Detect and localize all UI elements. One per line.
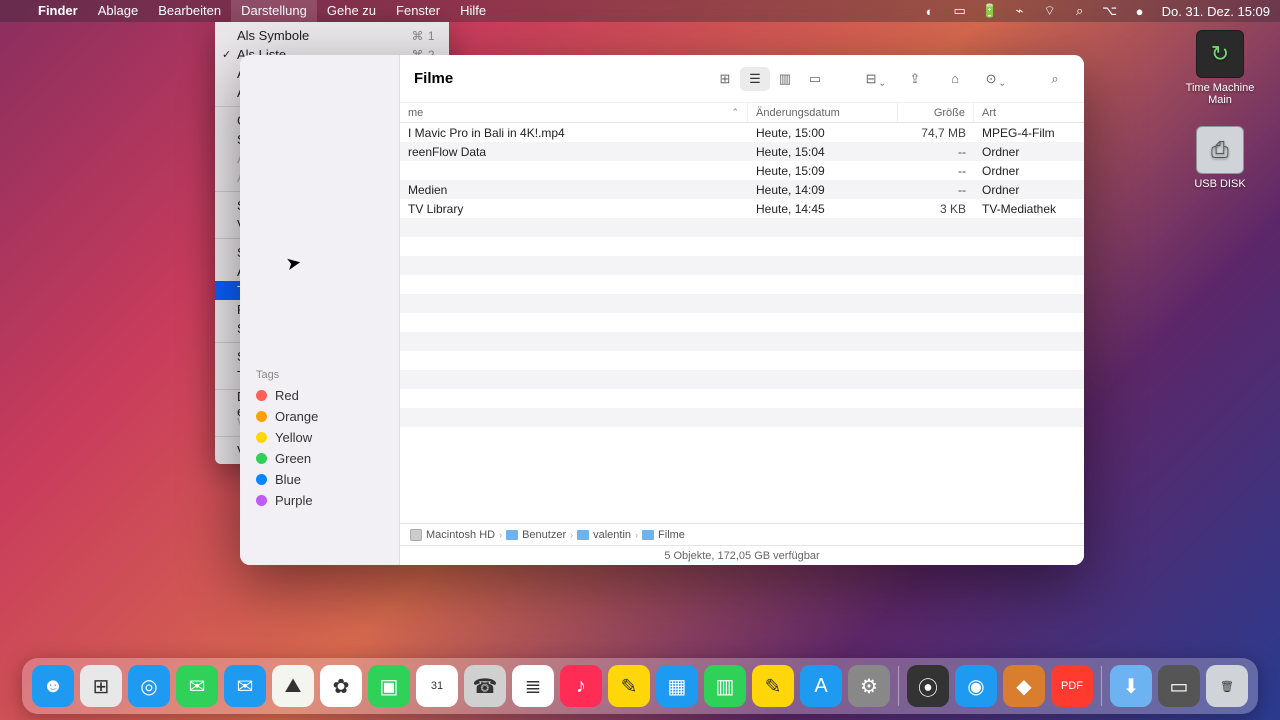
tag-blue[interactable]: Blue	[240, 469, 399, 490]
dock-photos[interactable]: ✿	[320, 665, 362, 707]
dock-app2[interactable]: ◉	[955, 665, 997, 707]
list-view-button[interactable]: ☰	[740, 67, 770, 91]
spotlight-icon[interactable]: ⌕	[1072, 3, 1088, 19]
dock-folder[interactable]: ▭	[1158, 665, 1200, 707]
path-segment[interactable]: valentin	[577, 529, 631, 541]
menu-darstellung[interactable]: Darstellung	[231, 0, 317, 22]
table-row	[400, 237, 1084, 256]
desktop-icon-time-machine-main[interactable]: ↻Time Machine Main	[1180, 30, 1260, 106]
group-button[interactable]: ⊟ ˬ	[860, 67, 890, 91]
table-row	[400, 275, 1084, 294]
dock-screenflow[interactable]: ⦿	[907, 665, 949, 707]
column-headers[interactable]: me ⌃ Änderungsdatum Größe Art	[400, 103, 1084, 123]
dock-contacts[interactable]: ☎	[464, 665, 506, 707]
share-button[interactable]: ⇪	[900, 67, 930, 91]
dock-reminders[interactable]: ≣	[512, 665, 554, 707]
tag-yellow[interactable]: Yellow	[240, 427, 399, 448]
gallery-view-button[interactable]: ▭	[800, 67, 830, 91]
table-row	[400, 218, 1084, 237]
tag-red[interactable]: Red	[240, 385, 399, 406]
menu-gehe zu[interactable]: Gehe zu	[317, 0, 386, 22]
path-bar[interactable]: Macintosh HD›Benutzer›valentin›Filme	[400, 523, 1084, 545]
dock-notes[interactable]: ✎	[608, 665, 650, 707]
finder-window: Tags RedOrangeYellowGreenBluePurple Film…	[240, 55, 1084, 565]
dock-safari[interactable]: ◎	[128, 665, 170, 707]
finder-sidebar: Tags RedOrangeYellowGreenBluePurple	[240, 55, 400, 565]
column-view-button[interactable]: ▥	[770, 67, 800, 91]
path-segment[interactable]: Benutzer	[506, 529, 566, 541]
col-kind[interactable]: Art	[974, 103, 1084, 122]
dock-appstore[interactable]: A	[800, 665, 842, 707]
dock-maps[interactable]: ⛰	[272, 665, 314, 707]
apple-menu[interactable]	[10, 0, 28, 22]
view-switcher[interactable]: ⊞ ☰ ▥ ▭	[710, 67, 830, 91]
table-row	[400, 370, 1084, 389]
table-row[interactable]: Heute, 15:09--Ordner	[400, 161, 1084, 180]
path-segment[interactable]: Macintosh HD	[410, 529, 495, 541]
table-row[interactable]: TV LibraryHeute, 14:453 KBTV-Mediathek	[400, 199, 1084, 218]
tag-purple[interactable]: Purple	[240, 490, 399, 511]
menu-bearbeiten[interactable]: Bearbeiten	[148, 0, 231, 22]
finder-toolbar: Filme ⊞ ☰ ▥ ▭ ⊟ ˬ ⇪ ⌂ ⊙ ˬ ⌕	[400, 55, 1084, 103]
dock-trash[interactable]: 🗑	[1206, 665, 1248, 707]
table-row	[400, 256, 1084, 275]
tag-green[interactable]: Green	[240, 448, 399, 469]
menubar: Finder AblageBearbeitenDarstellungGehe z…	[0, 0, 1280, 22]
menu-ablage[interactable]: Ablage	[88, 0, 148, 22]
table-row	[400, 389, 1084, 408]
dock-pdf[interactable]: PDF	[1051, 665, 1093, 707]
file-list: I Mavic Pro in Bali in 4K!.mp4Heute, 15:…	[400, 123, 1084, 523]
dock-calendar[interactable]: 31	[416, 665, 458, 707]
dock-facetime[interactable]: ▣	[368, 665, 410, 707]
dock-mail[interactable]: ✉	[224, 665, 266, 707]
dock-numbers[interactable]: ▥	[704, 665, 746, 707]
sidebar-tags-label: Tags	[240, 365, 399, 385]
table-row	[400, 313, 1084, 332]
dock-keynote[interactable]: ▦	[656, 665, 698, 707]
search-button[interactable]: ⌕	[1040, 67, 1070, 91]
app-menu[interactable]: Finder	[28, 0, 88, 22]
battery-icon[interactable]: 🔋	[982, 3, 998, 19]
table-row	[400, 332, 1084, 351]
dock-preview[interactable]: ✎	[752, 665, 794, 707]
bluetooth-icon[interactable]: ⌁	[1012, 3, 1028, 19]
table-row[interactable]: I Mavic Pro in Bali in 4K!.mp4Heute, 15:…	[400, 123, 1084, 142]
path-segment[interactable]: Filme	[642, 529, 685, 541]
dock-launchpad[interactable]: ⊞	[80, 665, 122, 707]
dock-music[interactable]: ♪	[560, 665, 602, 707]
dock-app3[interactable]: ◆	[1003, 665, 1045, 707]
menu-hilfe[interactable]: Hilfe	[450, 0, 496, 22]
menubar-clock[interactable]: Do. 31. Dez. 15:09	[1162, 4, 1270, 19]
status-bar: 5 Objekte, 172,05 GB verfügbar	[400, 545, 1084, 565]
sort-arrow-icon: ⌃	[731, 107, 739, 118]
tags-button[interactable]: ⌂	[940, 67, 970, 91]
control-center-icon[interactable]: ⌥	[1102, 3, 1118, 19]
dock-downloads[interactable]: ⬇	[1110, 665, 1152, 707]
display-icon[interactable]: ▭	[952, 3, 968, 19]
dock-messages[interactable]: ✉	[176, 665, 218, 707]
table-row[interactable]: reenFlow DataHeute, 15:04--Ordner	[400, 142, 1084, 161]
table-row	[400, 408, 1084, 427]
table-row	[400, 294, 1084, 313]
action-button[interactable]: ⊙ ˬ	[980, 67, 1010, 91]
table-row	[400, 427, 1084, 446]
window-title: Filme	[414, 70, 453, 87]
menuitem-als-symbole[interactable]: Als Symbole⌘ 1	[215, 26, 449, 45]
wifi-icon[interactable]: ⌔	[1042, 3, 1058, 19]
table-row	[400, 351, 1084, 370]
icon-view-button[interactable]: ⊞	[710, 67, 740, 91]
dock: ☻⊞◎✉✉⛰✿▣31☎≣♪✎▦▥✎A⚙⦿◉◆PDF⬇▭🗑	[22, 658, 1258, 714]
col-size[interactable]: Größe	[898, 103, 974, 122]
dnd-icon[interactable]: ◐	[922, 3, 938, 19]
dock-settings[interactable]: ⚙	[848, 665, 890, 707]
tag-orange[interactable]: Orange	[240, 406, 399, 427]
desktop-icon-usb-disk[interactable]: ⎙USB DISK	[1194, 126, 1245, 190]
col-date[interactable]: Änderungsdatum	[748, 103, 898, 122]
col-name[interactable]: me	[408, 107, 423, 119]
dock-finder[interactable]: ☻	[32, 665, 74, 707]
menu-fenster[interactable]: Fenster	[386, 0, 450, 22]
table-row[interactable]: MedienHeute, 14:09--Ordner	[400, 180, 1084, 199]
user-icon[interactable]: ●	[1132, 3, 1148, 19]
